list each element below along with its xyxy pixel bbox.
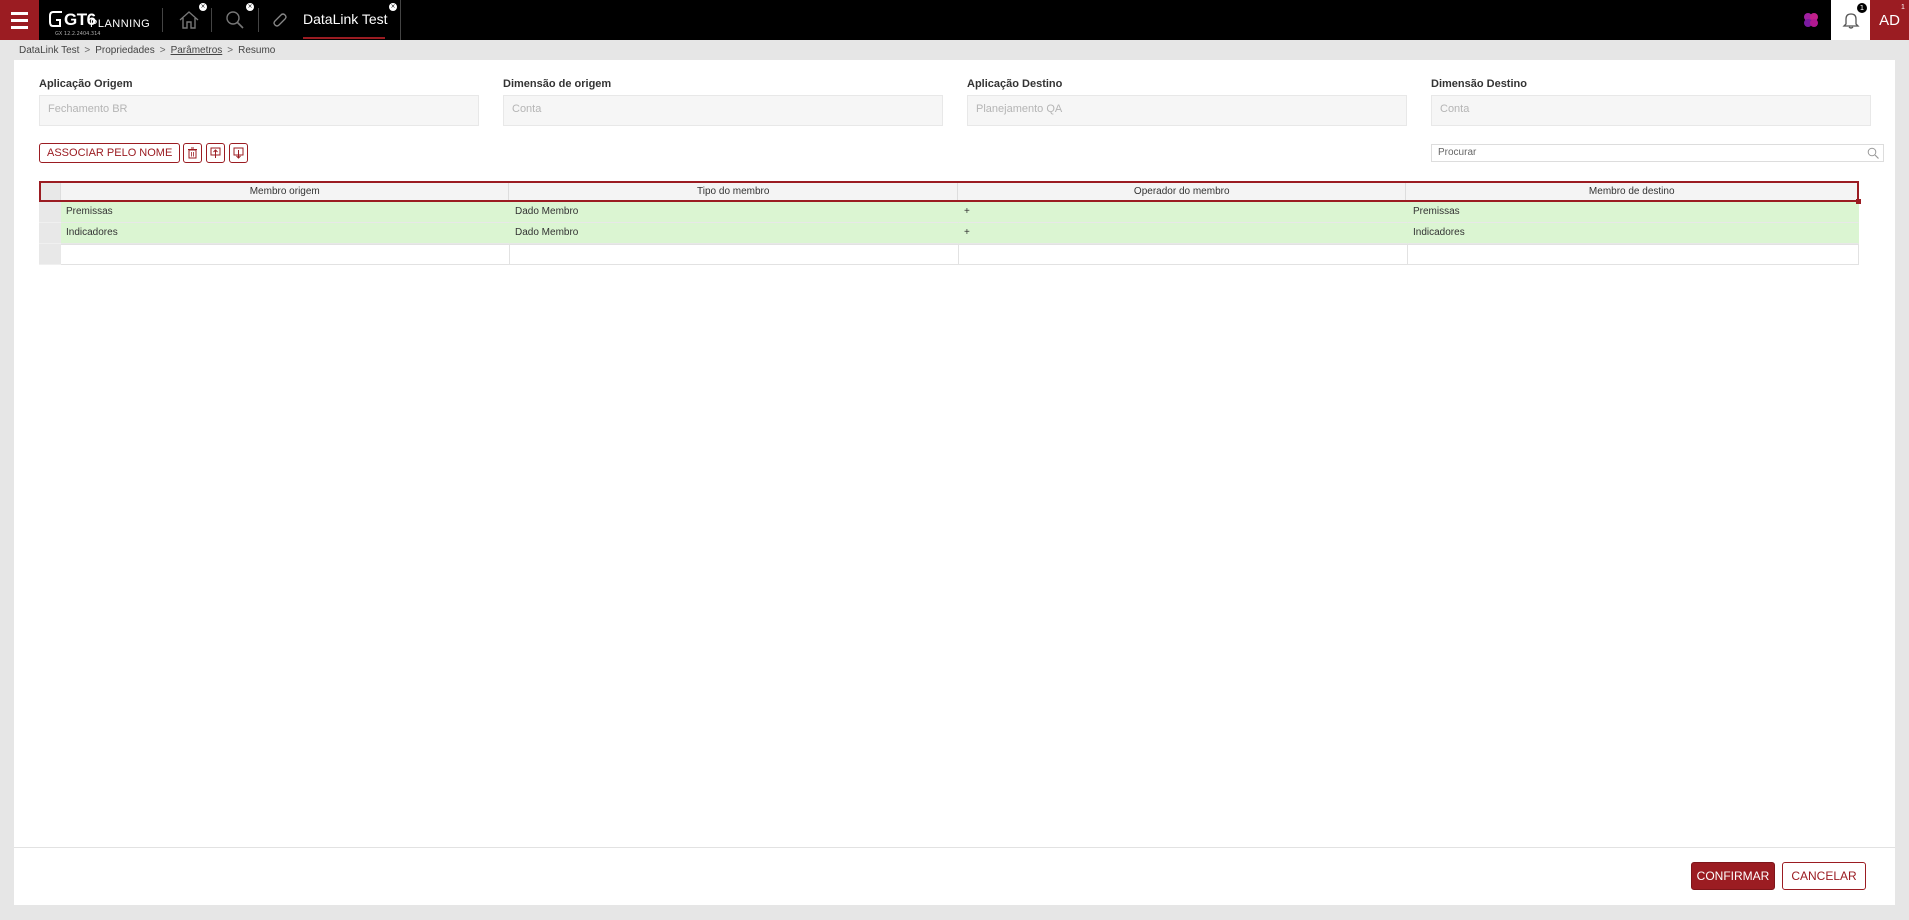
cell-target-member[interactable]: Indicadores (1408, 223, 1859, 244)
target-dim-input: Conta (1431, 95, 1871, 126)
field-label: Aplicação Destino (967, 78, 1063, 90)
user-initials: AD (1879, 11, 1900, 29)
breadcrumb-separator: > (227, 45, 234, 56)
row-header[interactable] (39, 202, 61, 223)
cell-member-operator[interactable]: + (959, 202, 1408, 223)
cell-member-type[interactable] (510, 244, 959, 265)
tab-title: DataLink Test (303, 11, 388, 27)
search-placeholder: Procurar (1438, 147, 1477, 158)
divider (162, 8, 163, 32)
breadcrumb-separator: > (159, 45, 166, 56)
bell-icon (1841, 13, 1860, 29)
close-icon[interactable]: × (199, 3, 207, 11)
search-icon (225, 11, 244, 29)
associate-by-name-button[interactable]: ASSOCIAR PELO NOME (39, 143, 181, 163)
download-icon (233, 147, 244, 159)
breadcrumb-item[interactable]: DataLink Test (19, 45, 79, 56)
source-dim-input: Conta (503, 95, 943, 126)
breadcrumb-separator: > (84, 45, 91, 56)
user-badge: 1 (1898, 3, 1908, 13)
row-header[interactable] (39, 223, 61, 244)
delete-button[interactable] (183, 143, 202, 163)
cell-member-operator[interactable]: + (959, 223, 1408, 244)
target-dim-field: Dimensão Destino Conta (1431, 78, 1871, 126)
main-panel: Aplicação Origem Fechamento BR Dimensão … (14, 60, 1895, 905)
close-icon[interactable]: × (246, 3, 254, 11)
logo-version: GX 12.2.2404.314 (55, 31, 101, 37)
cell-target-member[interactable] (1408, 244, 1859, 265)
cell-target-member[interactable]: Premissas (1408, 202, 1859, 223)
cell-member-type[interactable]: Dado Membro (510, 223, 959, 244)
cell-source-member[interactable]: Premissas (61, 202, 510, 223)
cell-source-member[interactable] (61, 244, 510, 265)
notifications-button[interactable]: 1 (1831, 0, 1870, 40)
column-header-member-operator[interactable]: Operador do membro (958, 183, 1407, 200)
cell-source-member[interactable]: Indicadores (61, 223, 510, 244)
user-avatar[interactable]: AD 1 (1870, 0, 1909, 40)
fill-handle[interactable] (1856, 199, 1861, 204)
active-tab-indicator (303, 37, 385, 39)
column-header-target-member[interactable]: Membro de destino (1406, 183, 1857, 200)
notification-badge: 1 (1857, 3, 1867, 13)
breadcrumb-item: Resumo (238, 45, 276, 56)
logo-product: PLANNING (90, 18, 151, 30)
breadcrumb: DataLink Test > Propriedades > Parâmetro… (19, 45, 275, 56)
tab-search[interactable]: × (212, 0, 257, 40)
search-input[interactable]: Procurar (1431, 144, 1884, 162)
target-app-field: Aplicação Destino Planejamento QA (967, 78, 1407, 126)
close-icon[interactable]: × (389, 3, 397, 11)
home-icon (179, 11, 199, 29)
target-app-input: Planejamento QA (967, 95, 1407, 126)
import-button[interactable] (229, 143, 248, 163)
field-label: Aplicação Origem (39, 78, 133, 90)
cell-member-type[interactable]: Dado Membro (510, 202, 959, 223)
field-label: Dimensão Destino (1431, 78, 1527, 90)
paperclip-icon (273, 13, 287, 27)
cell-member-operator[interactable] (959, 244, 1408, 265)
tab-datalink[interactable]: DataLink Test × (259, 0, 401, 40)
upload-icon (210, 147, 221, 158)
menu-icon-line (11, 25, 28, 29)
top-bar: GT6 PLANNING GX 12.2.2404.314 × × DataLi… (0, 0, 1909, 40)
row-header-corner[interactable] (41, 183, 61, 200)
footer-divider (14, 847, 1895, 848)
column-header-source-member[interactable]: Membro origem (61, 183, 510, 200)
row-header[interactable] (39, 244, 61, 265)
export-button[interactable] (206, 143, 225, 163)
apps-icon[interactable] (1801, 10, 1821, 30)
confirm-button[interactable]: CONFIRMAR (1691, 862, 1775, 890)
menu-icon-line (11, 11, 28, 15)
mapping-grid: Membro origem Tipo do membro Operador do… (39, 181, 1861, 265)
app-logo[interactable]: GT6 PLANNING GX 12.2.2404.314 (48, 6, 158, 37)
source-app-field: Aplicação Origem Fechamento BR (39, 78, 479, 126)
grid-header: Membro origem Tipo do membro Operador do… (39, 181, 1861, 204)
table-row-new[interactable] (39, 244, 1859, 265)
table-row[interactable]: Indicadores Dado Membro + Indicadores (39, 223, 1859, 244)
table-row[interactable]: Premissas Dado Membro + Premissas (39, 202, 1859, 223)
cancel-button[interactable]: CANCELAR (1782, 862, 1866, 890)
column-header-member-type[interactable]: Tipo do membro (509, 183, 958, 200)
menu-button[interactable] (0, 0, 39, 40)
breadcrumb-item[interactable]: Parâmetros (171, 45, 223, 56)
source-app-input: Fechamento BR (39, 95, 479, 126)
breadcrumb-item[interactable]: Propriedades (95, 45, 154, 56)
search-icon[interactable] (1867, 147, 1879, 159)
menu-icon-line (11, 18, 28, 22)
tab-home[interactable]: × (168, 0, 210, 40)
source-dim-field: Dimensão de origem Conta (503, 78, 943, 126)
field-label: Dimensão de origem (503, 78, 612, 90)
trash-icon (188, 147, 197, 159)
